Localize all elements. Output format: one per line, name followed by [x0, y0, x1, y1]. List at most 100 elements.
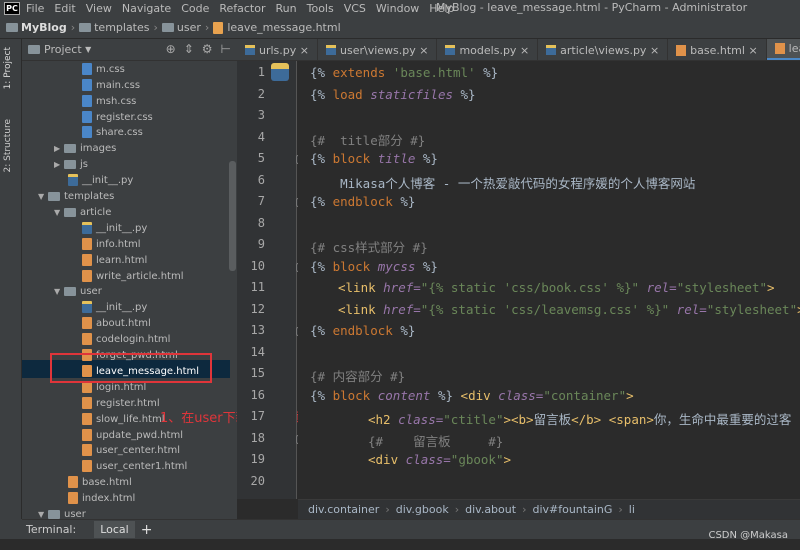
folder-icon — [28, 45, 40, 54]
menu-window[interactable]: Window — [376, 2, 419, 15]
close-icon[interactable]: × — [520, 44, 529, 57]
code-line-4: {# title部分 #} — [310, 133, 426, 148]
css-file-icon — [82, 95, 92, 107]
gear-icon[interactable]: ⚙ — [202, 42, 213, 56]
tree-item[interactable]: info.html — [82, 236, 141, 252]
tree-folder-user[interactable]: ▼ user — [54, 283, 102, 299]
tree-item[interactable]: about.html — [82, 315, 151, 331]
tree-item[interactable]: user_center.html — [82, 442, 180, 458]
tab-base-html[interactable]: base.html × — [668, 39, 767, 60]
tree-item[interactable]: main.css — [82, 77, 140, 93]
menu-vcs[interactable]: VCS — [344, 2, 366, 15]
python-file-icon — [68, 174, 78, 186]
python-file-icon — [326, 45, 336, 55]
folder-icon — [48, 191, 60, 201]
code-editor[interactable]: {% extends 'base.html' %} {% load static… — [298, 61, 800, 499]
tree-folder-article[interactable]: ▼ article — [54, 204, 111, 220]
python-file-icon — [82, 301, 92, 313]
chevron-down-icon[interactable]: ▼ — [38, 192, 48, 201]
close-icon[interactable]: × — [419, 44, 428, 57]
close-icon[interactable]: × — [650, 44, 659, 57]
nav-user[interactable]: user — [161, 21, 201, 34]
html-file-icon — [82, 397, 92, 409]
crumb-item[interactable]: li — [629, 503, 635, 516]
close-icon[interactable]: × — [300, 44, 309, 57]
menu-tools[interactable]: Tools — [307, 2, 334, 15]
tree-folder-images[interactable]: ▶ images — [54, 140, 116, 156]
tree-folder-js[interactable]: ▶ js — [54, 156, 88, 172]
tree-item[interactable]: __init__.py — [82, 299, 147, 315]
code-line-12: <link href="{% static 'css/leavemsg.css'… — [338, 302, 800, 317]
hide-icon[interactable]: ⊢ — [221, 42, 231, 56]
chevron-down-icon[interactable]: ▼ — [54, 287, 64, 296]
tree-item[interactable]: write_article.html — [82, 268, 183, 284]
tab-user-views-py[interactable]: user\views.py × — [318, 39, 438, 60]
collapse-icon[interactable]: ⇕ — [184, 42, 194, 56]
window-title: MyBlog - leave_message.html - PyCharm - … — [436, 1, 748, 14]
menu-file[interactable]: File — [26, 2, 44, 15]
menu-navigate[interactable]: Navigate — [122, 2, 171, 15]
tree-item[interactable]: slow_life.html — [82, 411, 164, 427]
tree-item[interactable]: register.html — [82, 395, 160, 411]
menu-edit[interactable]: Edit — [54, 2, 75, 15]
code-line-18: {# 留言板 #} — [368, 434, 504, 449]
html-file-icon — [82, 254, 92, 266]
menu-run[interactable]: Run — [276, 2, 297, 15]
tree-item[interactable]: learn.html — [82, 252, 147, 268]
line-number: 14 — [250, 345, 265, 359]
tree-scrollbar[interactable] — [229, 161, 236, 271]
structure-tool-button[interactable]: 2: Structure — [3, 119, 13, 173]
tree-item[interactable]: m.css — [82, 61, 125, 77]
chevron-right-icon[interactable]: ▶ — [54, 160, 64, 169]
tree-item[interactable]: update_pwd.html — [82, 427, 183, 443]
line-number: 1 — [257, 65, 265, 79]
tree-item[interactable]: index.html — [68, 490, 135, 506]
tree-item[interactable]: base.html — [68, 474, 132, 490]
chevron-right-icon[interactable]: ▶ — [54, 144, 64, 153]
folder-icon — [64, 159, 76, 169]
python-file-icon — [82, 222, 92, 234]
line-number: 9 — [257, 237, 265, 251]
menu-refactor[interactable]: Refactor — [219, 2, 265, 15]
folder-icon — [64, 286, 76, 296]
crumb-item[interactable]: div.gbook — [396, 503, 449, 516]
project-panel-header: Project ▼ ⊕ ⇕ ⚙ ⊢ — [22, 39, 237, 61]
tree-item[interactable]: register.css — [82, 109, 153, 125]
tab-leave-message-html[interactable]: leave_message.html — [766, 39, 800, 60]
html-file-icon — [213, 21, 224, 34]
chevron-down-icon[interactable]: ▼ — [54, 208, 64, 217]
folder-icon — [64, 207, 76, 217]
tab-article-views-py[interactable]: article\views.py × — [538, 39, 669, 60]
chevron-right-icon: › — [618, 503, 623, 516]
crumb-item[interactable]: div.container — [308, 503, 379, 516]
nav-project[interactable]: MyBlog — [6, 21, 67, 34]
nav-templates[interactable]: templates — [79, 21, 150, 34]
line-number: 16 — [250, 388, 265, 402]
locate-icon[interactable]: ⊕ — [166, 42, 176, 56]
tree-item[interactable]: user_center1.html — [82, 458, 187, 474]
tab-urls-py[interactable]: urls.py × — [237, 39, 318, 60]
python-file-icon — [546, 45, 557, 55]
terminal-tab-local[interactable]: Local — [94, 521, 135, 538]
tree-item[interactable]: codelogin.html — [82, 331, 170, 347]
tree-folder-templates[interactable]: ▼ templates — [38, 188, 114, 204]
new-terminal-button[interactable]: + — [141, 522, 153, 538]
crumb-item[interactable]: div#fountainG — [532, 503, 612, 516]
tree-item[interactable]: share.css — [82, 124, 143, 140]
tree-item[interactable]: msh.css — [82, 93, 136, 109]
crumb-item[interactable]: div.about — [465, 503, 516, 516]
menu-view[interactable]: View — [86, 2, 112, 15]
folder-icon — [161, 23, 174, 32]
tab-models-py[interactable]: models.py × — [437, 39, 539, 60]
css-file-icon — [82, 111, 92, 123]
project-tool-button[interactable]: 1: Project — [3, 47, 13, 89]
menu-code[interactable]: Code — [181, 2, 209, 15]
html-file-icon — [82, 413, 92, 425]
tree-item[interactable]: __init__.py — [68, 172, 133, 188]
project-view-selector[interactable]: Project ▼ — [28, 43, 91, 56]
html-file-icon — [82, 238, 92, 250]
nav-file[interactable]: leave_message.html — [213, 21, 341, 34]
close-icon[interactable]: × — [748, 44, 757, 57]
chevron-down-icon[interactable]: ▼ — [38, 510, 48, 519]
tree-item[interactable]: __init__.py — [82, 220, 147, 236]
